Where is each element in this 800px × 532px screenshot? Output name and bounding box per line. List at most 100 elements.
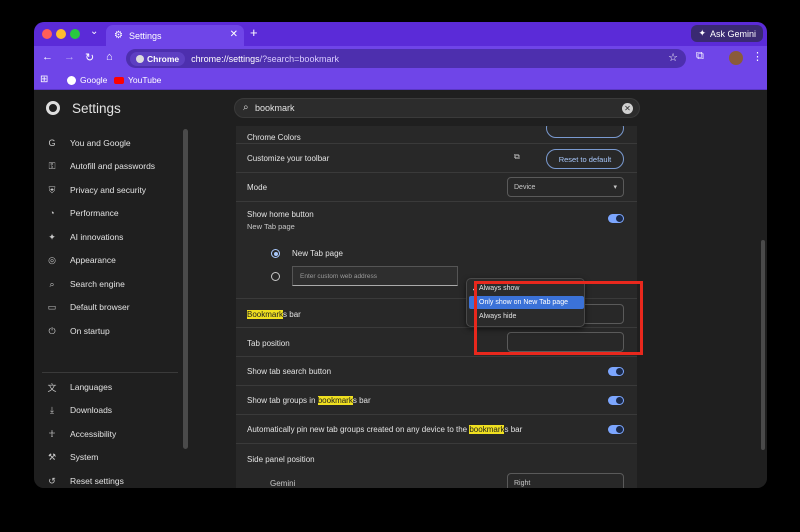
- search-input[interactable]: [255, 101, 615, 115]
- gear-icon: ⚙: [114, 30, 123, 41]
- sidebar-scrollbar[interactable]: [183, 129, 188, 449]
- custom-address-radio[interactable]: [271, 272, 280, 281]
- main-scrollbar[interactable]: [761, 240, 765, 450]
- gemini-position-label: Gemini: [270, 479, 296, 488]
- chrome-colors-button[interactable]: [546, 126, 624, 138]
- sidebar-item-label: Appearance: [70, 255, 116, 265]
- side-panel-row: Side panel position Gemini Right: [236, 444, 637, 488]
- sidebar-item-label: Default browser: [70, 302, 130, 312]
- toolbar: ← → ↻ ⌂ Chrome chrome://settings/?search…: [34, 46, 767, 71]
- wrench-icon: ⚒: [47, 451, 57, 462]
- sidebar-item-search-engine[interactable]: ⌕ Search engine: [46, 276, 124, 292]
- url-text: chrome://settings/?search=bookmark: [191, 54, 339, 64]
- sidebar-item-label: AI innovations: [70, 232, 124, 242]
- ask-gemini-label: Ask Gemini: [709, 28, 756, 39]
- sidebar-item-appearance[interactable]: ◎ Appearance: [46, 252, 116, 268]
- sidebar-item-ai[interactable]: ✦ AI innovations: [46, 229, 123, 245]
- new-tab-button[interactable]: +: [250, 25, 258, 40]
- label-text: s bar: [283, 310, 301, 319]
- sidebar-item-languages[interactable]: 文 Languages: [46, 379, 112, 395]
- avatar[interactable]: [729, 51, 743, 65]
- home-icon[interactable]: ⌂: [106, 51, 113, 63]
- custom-address-input[interactable]: Enter custom web address: [292, 266, 458, 286]
- search-highlight: bookmark: [469, 425, 505, 434]
- minimize-window-button[interactable]: [56, 29, 66, 39]
- sidebar-item-accessibility[interactable]: ☥ Accessibility: [46, 426, 117, 442]
- auto-pin-label: Automatically pin new tab groups created…: [247, 425, 522, 434]
- reload-icon[interactable]: ↻: [85, 51, 94, 64]
- sidebar-item-reset[interactable]: ↺ Reset settings: [46, 473, 124, 488]
- sparkle-icon: ✦: [48, 231, 56, 242]
- sidebar-item-label: Privacy and security: [70, 185, 147, 195]
- clear-search-icon[interactable]: ✕: [622, 103, 633, 114]
- download-icon: ⤓: [50, 404, 54, 415]
- chevron-down-icon: ▾: [613, 184, 617, 191]
- sidebar-item-label: Accessibility: [70, 429, 117, 439]
- apps-grid-icon[interactable]: ⊞: [40, 74, 48, 85]
- google-icon: G: [48, 138, 56, 148]
- gemini-position-select[interactable]: Right: [507, 473, 624, 488]
- sidebar-item-system[interactable]: ⚒ System: [46, 449, 98, 465]
- label-text: s bar: [352, 396, 371, 405]
- bookmark-star-icon[interactable]: ☆: [668, 51, 678, 64]
- browser-icon: ▭: [47, 301, 57, 312]
- kebab-menu-icon[interactable]: ⋮: [752, 50, 763, 63]
- close-tab-icon[interactable]: ✕: [230, 29, 238, 40]
- close-window-button[interactable]: [42, 29, 52, 39]
- key-icon: ⚿: [48, 160, 56, 171]
- search-icon: ⌕: [243, 102, 249, 113]
- sidebar-item-label: You and Google: [70, 138, 131, 148]
- back-arrow-icon[interactable]: ←: [42, 51, 53, 63]
- sidebar-item-downloads[interactable]: ⤓ Downloads: [46, 402, 112, 418]
- maximize-window-button[interactable]: [70, 29, 80, 39]
- tab-settings[interactable]: ⚙ Settings ✕: [106, 25, 244, 46]
- external-link-icon[interactable]: ⧉: [514, 152, 520, 162]
- url-path: /?search=bookmark: [259, 53, 339, 64]
- forward-arrow-icon[interactable]: →: [64, 51, 75, 63]
- settings-header: Settings ⌕ ✕: [34, 90, 767, 126]
- sidebar-item-label: Downloads: [70, 405, 113, 415]
- label-text: Automatically pin new tab groups created…: [247, 425, 470, 434]
- accessibility-icon: ☥: [48, 428, 56, 439]
- site-chip[interactable]: Chrome: [130, 51, 186, 66]
- sidebar-item-label: Languages: [70, 382, 113, 392]
- sidebar-item-default-browser[interactable]: ▭ Default browser: [46, 299, 130, 315]
- customize-toolbar-row[interactable]: Customize your toolbar ⧉ Reset to defaul…: [236, 144, 637, 173]
- chrome-colors-row: Chrome Colors: [236, 126, 637, 144]
- sidebar-item-on-startup[interactable]: ⏻ On startup: [46, 323, 109, 339]
- shield-icon: ⛨: [48, 184, 56, 195]
- power-icon: ⏻: [48, 325, 56, 336]
- show-home-toggle[interactable]: [608, 214, 624, 223]
- browser-window: ⌄ ⚙ Settings ✕ + ✦ Ask Gemini ← → ↻ ⌂ Ch…: [34, 22, 767, 488]
- auto-pin-toggle[interactable]: [608, 425, 624, 434]
- ask-gemini-button[interactable]: ✦ Ask Gemini: [691, 25, 763, 42]
- show-home-label: Show home button: [247, 210, 314, 219]
- new-tab-page-radio[interactable]: [271, 249, 280, 258]
- bookmark-google[interactable]: Google: [67, 75, 107, 85]
- extensions-icon[interactable]: ⧉: [696, 50, 704, 63]
- search-highlight: bookmark: [317, 396, 353, 405]
- sidebar-item-autofill[interactable]: ⚿ Autofill and passwords: [46, 158, 155, 174]
- tab-groups-toggle[interactable]: [608, 396, 624, 405]
- bookmark-label: Google: [80, 75, 108, 85]
- auto-pin-row: Automatically pin new tab groups created…: [236, 415, 637, 444]
- speedometer-icon: ◔: [49, 208, 55, 218]
- bookmark-youtube[interactable]: YouTube: [114, 75, 161, 85]
- tab-search-toggle[interactable]: [608, 367, 624, 376]
- page-title: Settings: [72, 101, 121, 116]
- tab-search-label: Show tab search button: [247, 367, 332, 376]
- tab-search-chevron-icon[interactable]: ⌄: [90, 26, 98, 37]
- show-home-sublabel: New Tab page: [247, 222, 295, 231]
- sidebar-item-you-and-google[interactable]: G You and Google: [46, 135, 131, 151]
- mode-label: Mode: [247, 183, 268, 192]
- bookmark-label: YouTube: [128, 75, 162, 85]
- settings-search[interactable]: ⌕ ✕: [234, 98, 640, 118]
- settings-page: Settings ⌕ ✕ G You and Google ⚿ Autofill a…: [34, 90, 767, 488]
- address-bar[interactable]: Chrome chrome://settings/?search=bookmar…: [126, 49, 686, 68]
- google-icon: [67, 75, 76, 85]
- gemini-select-value: Right: [514, 479, 531, 487]
- reset-to-default-button[interactable]: Reset to default: [546, 149, 624, 169]
- sidebar-item-privacy[interactable]: ⛨ Privacy and security: [46, 182, 146, 198]
- sidebar-item-performance[interactable]: ◔ Performance: [46, 205, 118, 221]
- mode-select[interactable]: Device ▾: [507, 177, 624, 197]
